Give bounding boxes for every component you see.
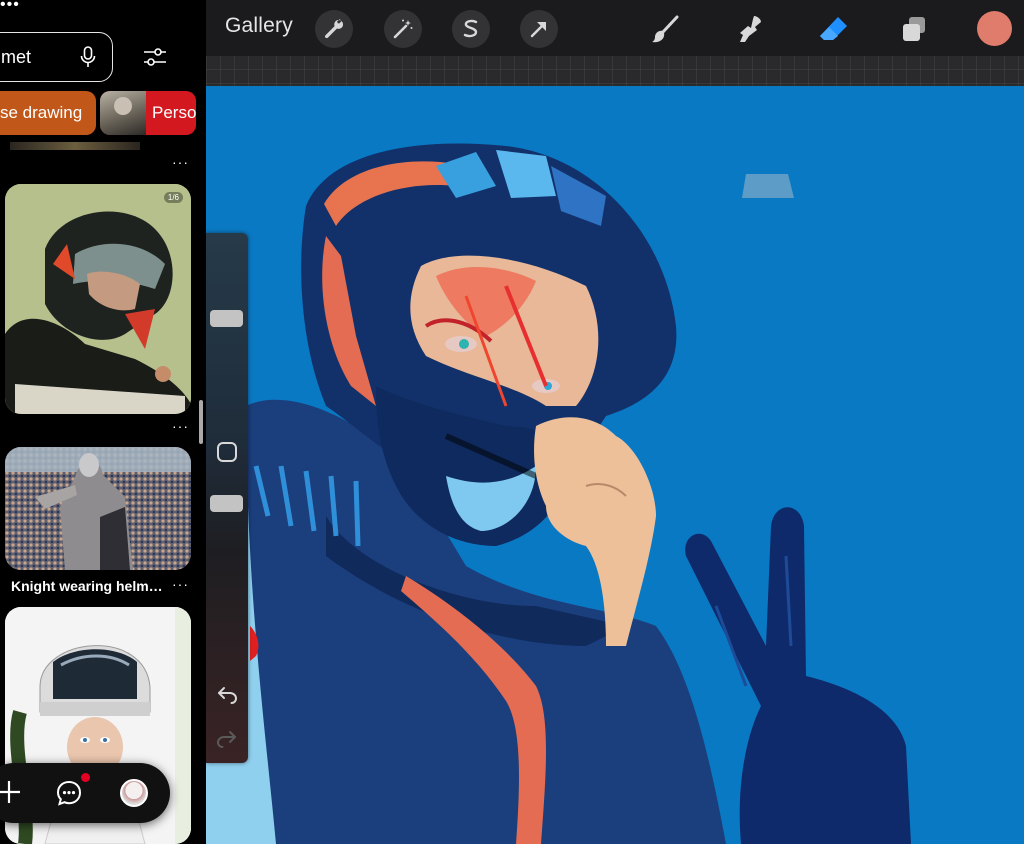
canvas-top-margin bbox=[206, 56, 1024, 86]
pinterest-pane: ••• met se drawing Perso ··· 1/6 ··· Kni… bbox=[0, 0, 204, 844]
selection-s-icon[interactable] bbox=[452, 10, 490, 48]
color-picker-swatch[interactable] bbox=[977, 11, 1012, 46]
search-input-text[interactable]: met bbox=[1, 47, 31, 68]
profile-avatar[interactable] bbox=[120, 779, 148, 807]
chip-thumbnail bbox=[100, 91, 146, 135]
undo-icon[interactable] bbox=[216, 684, 238, 704]
opacity-slider-handle[interactable] bbox=[210, 495, 243, 512]
procreate-sidebar bbox=[206, 233, 248, 763]
adjustments-magic-wand-icon[interactable] bbox=[384, 10, 422, 48]
procreate-toolbar: Gallery bbox=[206, 0, 1024, 56]
gallery-button[interactable]: Gallery bbox=[225, 14, 293, 38]
messages-icon[interactable] bbox=[56, 780, 82, 806]
create-plus-icon[interactable] bbox=[0, 779, 22, 805]
filter-sliders-icon[interactable] bbox=[143, 47, 167, 67]
screen: ••• met se drawing Perso ··· 1/6 ··· Kni… bbox=[0, 0, 1024, 844]
microphone-icon[interactable] bbox=[80, 46, 96, 68]
pin-card-knight[interactable] bbox=[5, 447, 191, 570]
brush-icon[interactable] bbox=[646, 10, 684, 48]
bottom-navigation bbox=[0, 763, 170, 823]
modify-button[interactable] bbox=[217, 442, 237, 462]
notification-dot bbox=[81, 773, 90, 782]
eraser-icon[interactable] bbox=[815, 10, 853, 48]
pin-image bbox=[5, 184, 191, 414]
window-handle-dots[interactable]: ••• bbox=[0, 0, 20, 13]
pin-title[interactable]: Knight wearing helm… bbox=[11, 578, 163, 594]
more-options-icon[interactable]: ··· bbox=[172, 154, 189, 170]
pin-page-badge: 1/6 bbox=[163, 192, 183, 203]
artwork bbox=[206, 86, 1024, 844]
transform-arrow-icon[interactable] bbox=[520, 10, 558, 48]
chip-label: Perso bbox=[152, 103, 196, 122]
more-options-icon[interactable]: ··· bbox=[172, 576, 189, 592]
redo-icon[interactable] bbox=[216, 728, 238, 748]
actions-wrench-icon[interactable] bbox=[315, 10, 353, 48]
more-options-icon[interactable]: ··· bbox=[172, 418, 189, 434]
scroll-indicator[interactable] bbox=[199, 400, 203, 444]
chip-label: se drawing bbox=[0, 103, 83, 122]
pin-card-helmet-rider[interactable]: 1/6 bbox=[5, 184, 191, 414]
previous-pin-bottom[interactable] bbox=[10, 142, 140, 150]
smudge-icon[interactable] bbox=[731, 10, 769, 48]
suggestion-chip[interactable]: se drawing bbox=[0, 91, 96, 135]
layers-icon[interactable] bbox=[895, 10, 933, 48]
procreate-pane: Gallery bbox=[206, 0, 1024, 844]
brush-size-slider-handle[interactable] bbox=[210, 310, 243, 327]
suggestion-chip-person[interactable]: Perso bbox=[100, 91, 196, 135]
pin-image bbox=[5, 447, 191, 570]
drawing-canvas[interactable] bbox=[206, 86, 1024, 844]
search-field[interactable]: met bbox=[0, 32, 113, 82]
